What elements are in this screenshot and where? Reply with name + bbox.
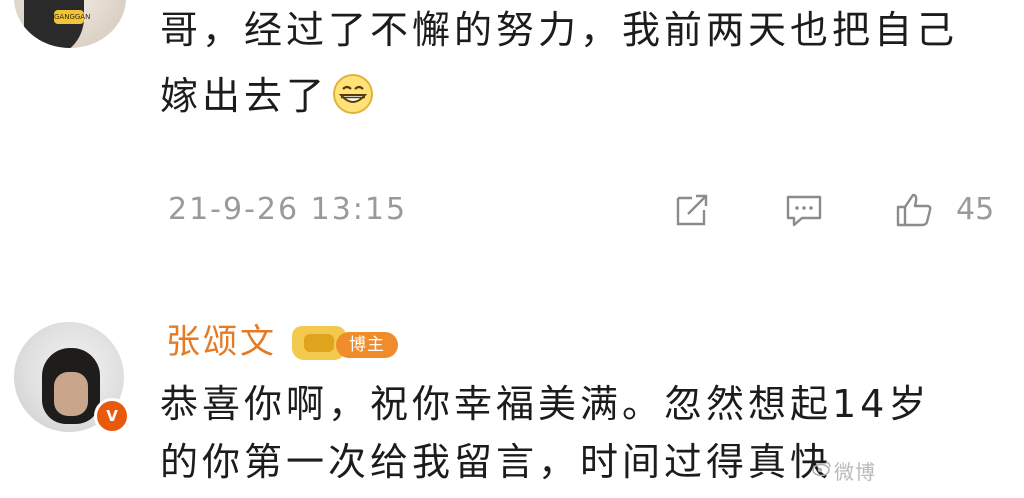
timestamp: 21-9-26 13:15 bbox=[168, 192, 408, 227]
avatar-face bbox=[54, 372, 88, 416]
share-button[interactable] bbox=[672, 192, 712, 228]
share-icon bbox=[676, 194, 708, 226]
verified-badge-icon: V bbox=[94, 398, 130, 434]
comment-text: 哥，经过了不懈的努力，我前两天也把自己 嫁出去了 bbox=[160, 2, 958, 124]
weibo-logo-icon bbox=[812, 461, 831, 476]
grinning-face-emoji-icon bbox=[333, 74, 374, 114]
comment-text-line: 哥，经过了不懈的努力，我前两天也把自己 bbox=[160, 8, 959, 52]
username[interactable]: 张颂文 bbox=[166, 320, 277, 364]
comment-text-line: 恭喜你啊，祝你幸福美满。忽然想起14岁 bbox=[160, 382, 931, 426]
avatar-hair bbox=[24, 0, 84, 48]
watermark: 微博 bbox=[834, 460, 876, 484]
like-count: 45 bbox=[956, 192, 995, 227]
comment-meta: 21-9-26 13:15 45 bbox=[160, 190, 1010, 230]
comment-text-line: 嫁出去了 bbox=[160, 74, 329, 118]
like-button[interactable] bbox=[894, 192, 934, 228]
avatar-tag: GANGGAN bbox=[54, 10, 90, 24]
comment-icon bbox=[786, 195, 822, 227]
blogger-badge: 博主 bbox=[292, 326, 404, 360]
comment-button[interactable] bbox=[784, 192, 824, 228]
blogger-badge-label: 博主 bbox=[336, 332, 398, 358]
like-icon bbox=[896, 193, 932, 227]
avatar[interactable]: GANGGAN bbox=[14, 0, 126, 48]
comment-text-line-row: 嫁出去了 bbox=[160, 68, 958, 124]
